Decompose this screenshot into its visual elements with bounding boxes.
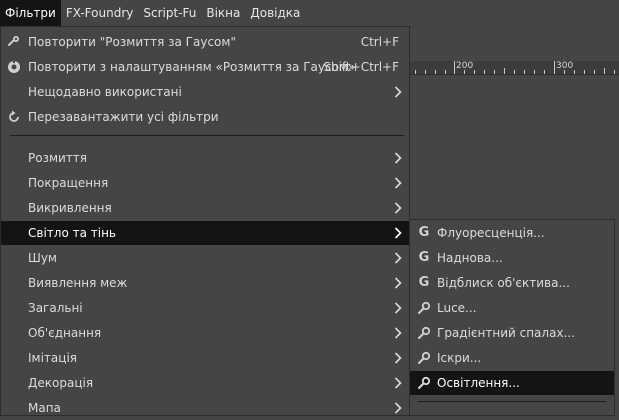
chevron-right-icon xyxy=(394,86,402,98)
repeat-shortcut: Ctrl+F xyxy=(360,35,399,49)
chevron-right-icon xyxy=(394,377,402,389)
submenu-label: Відблиск об'єктива... xyxy=(437,276,570,290)
submenu-item-supernova-glow[interactable]: G Флуоресценція... xyxy=(410,221,614,245)
reset-all-filters-item[interactable]: Перезавантажити усі фільтри xyxy=(1,105,409,129)
chevron-right-icon xyxy=(394,152,402,164)
chevron-right-icon xyxy=(394,277,402,289)
chevron-right-icon xyxy=(394,202,402,214)
light-and-shadow-submenu: G Флуоресценція... G Наднова... G Відбли… xyxy=(409,219,615,416)
submenu-label: Luce... xyxy=(437,301,477,315)
chevron-right-icon xyxy=(394,252,402,264)
submenu-item-luce[interactable]: Luce... xyxy=(410,296,614,320)
category-enhance[interactable]: Покращення xyxy=(1,171,409,195)
gegl-icon: G xyxy=(418,225,430,240)
category-label: Загальні xyxy=(28,301,83,315)
submenu-label: Освітлення... xyxy=(437,376,520,390)
menu-separator xyxy=(418,401,606,402)
category-label: Шум xyxy=(28,251,57,265)
category-label: Імітація xyxy=(28,351,77,365)
recent-label: Нещодавно використані xyxy=(28,85,182,99)
submenu-item-sparkle[interactable]: Іскри... xyxy=(410,346,614,370)
category-blur[interactable]: Розмиття xyxy=(1,146,409,170)
chevron-right-icon xyxy=(394,352,402,364)
category-generic[interactable]: Загальні xyxy=(1,296,409,320)
reset-label: Перезавантажити усі фільтри xyxy=(28,110,219,124)
gear-icon xyxy=(418,351,431,364)
submenu-label: Флуоресценція... xyxy=(437,226,545,240)
submenu-label: Іскри... xyxy=(437,351,482,365)
category-combine[interactable]: Об'єднання xyxy=(1,321,409,345)
menu-windows[interactable]: Вікна xyxy=(201,0,245,26)
menubar: Фільтри FX-Foundry Script-Fu Вікна Довід… xyxy=(0,0,619,26)
reshow-label: Повторити з налаштуванням «Розмиття за Г… xyxy=(28,60,356,74)
reshow-icon xyxy=(8,60,20,73)
category-map[interactable]: Мапа xyxy=(1,396,409,420)
submenu-label: Градієнтний спалах... xyxy=(437,326,575,340)
category-label: Покращення xyxy=(28,176,109,190)
category-label: Викривлення xyxy=(28,201,112,215)
category-distorts[interactable]: Викривлення xyxy=(1,196,409,220)
menu-script-fu[interactable]: Script-Fu xyxy=(138,0,201,26)
gear-icon xyxy=(418,326,431,339)
gegl-icon: G xyxy=(418,250,430,265)
gegl-icon: G xyxy=(418,275,430,290)
repeat-label: Повторити "Розмиття за Гаусом" xyxy=(28,35,236,49)
menu-fx-foundry[interactable]: FX-Foundry xyxy=(61,0,139,26)
category-edge-detect[interactable]: Виявлення меж xyxy=(1,271,409,295)
category-label: Розмиття xyxy=(28,151,88,165)
chevron-right-icon xyxy=(394,177,402,189)
chevron-right-icon xyxy=(394,302,402,314)
repeat-last-filter-item[interactable]: Повторити "Розмиття за Гаусом" Ctrl+F xyxy=(1,30,409,54)
category-label: Мапа xyxy=(28,401,61,415)
reload-icon xyxy=(9,110,19,122)
chevron-right-icon xyxy=(394,327,402,339)
category-decor[interactable]: Декорація xyxy=(1,371,409,395)
category-light-and-shadow[interactable]: Світло та тінь xyxy=(1,221,409,245)
category-label: Об'єднання xyxy=(28,326,102,340)
menu-filters[interactable]: Фільтри xyxy=(0,0,61,26)
category-noise[interactable]: Шум xyxy=(1,246,409,270)
chevron-right-icon xyxy=(394,227,402,239)
menu-help[interactable]: Довідка xyxy=(245,0,305,26)
category-label: Світло та тінь xyxy=(28,226,117,240)
submenu-item-gradient-flare[interactable]: Градієнтний спалах... xyxy=(410,321,614,345)
repeat-icon xyxy=(8,36,19,46)
horizontal-ruler[interactable]: 200 300 xyxy=(405,61,619,75)
category-artistic[interactable]: Імітація xyxy=(1,346,409,370)
recently-used-item[interactable]: Нещодавно використані xyxy=(1,80,409,104)
submenu-label: Наднова... xyxy=(437,251,503,265)
reshow-last-filter-item[interactable]: Повторити з налаштуванням «Розмиття за Г… xyxy=(1,55,409,79)
submenu-item-supernova[interactable]: G Наднова... xyxy=(410,246,614,270)
filters-menu: Повторити "Розмиття за Гаусом" Ctrl+F По… xyxy=(0,26,410,416)
gear-icon xyxy=(418,376,431,389)
category-label: Декорація xyxy=(28,376,94,390)
submenu-item-lens-flare[interactable]: G Відблиск об'єктива... xyxy=(410,271,614,295)
reshow-shortcut: Shift+Ctrl+F xyxy=(323,60,399,74)
chevron-right-icon xyxy=(394,402,402,414)
gear-icon xyxy=(418,301,431,314)
submenu-item-lighting-effects[interactable]: Освітлення... xyxy=(410,371,614,395)
menu-separator xyxy=(10,135,404,136)
category-label: Виявлення меж xyxy=(28,276,128,290)
